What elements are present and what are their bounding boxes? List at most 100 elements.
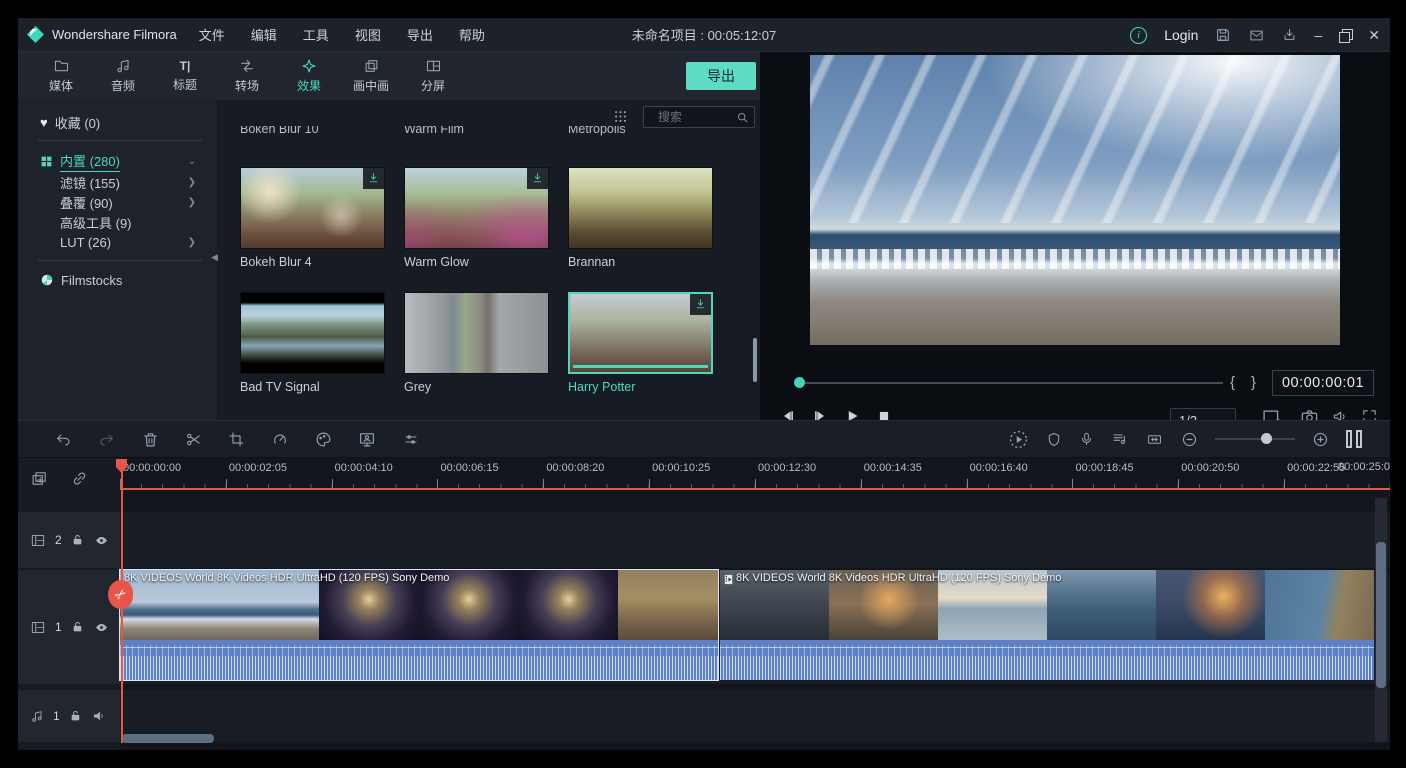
transition-icon <box>239 58 255 74</box>
tab-titles[interactable]: T| 标题 <box>154 52 216 100</box>
video-track-icon <box>30 620 46 635</box>
adjust-sliders-icon[interactable] <box>402 432 420 447</box>
save-icon[interactable] <box>1215 27 1231 43</box>
sidebar-item-filters[interactable]: 滤镜 (155) ❯ <box>18 172 218 192</box>
seek-handle[interactable] <box>794 377 805 388</box>
delete-icon[interactable] <box>142 431 159 448</box>
effect-card-bad-tv-signal[interactable]: Bad TV Signal <box>240 292 385 394</box>
text-title-icon: T| <box>180 59 191 73</box>
speed-icon[interactable] <box>271 431 289 447</box>
effect-card-brannan[interactable]: Brannan <box>568 167 713 269</box>
sidebar-item-lut[interactable]: LUT (26) ❯ <box>18 232 218 252</box>
tab-effects[interactable]: 效果 <box>278 52 340 100</box>
mail-icon[interactable] <box>1248 28 1265 43</box>
zoom-out-icon[interactable] <box>1181 431 1198 448</box>
menu-help[interactable]: 帮助 <box>459 25 485 44</box>
menu-file[interactable]: 文件 <box>199 25 225 44</box>
download-icon[interactable] <box>1282 27 1297 43</box>
export-button[interactable]: 导出 <box>686 62 756 90</box>
app-name: Wondershare Filmora <box>52 27 177 42</box>
undo-icon[interactable] <box>54 431 72 447</box>
tab-pip[interactable]: 画中画 <box>340 52 402 100</box>
redo-icon[interactable] <box>98 431 116 447</box>
timeline-vertical-scrollbar[interactable] <box>1376 542 1386 688</box>
lock-icon[interactable] <box>71 620 84 634</box>
crop-icon[interactable] <box>228 431 245 448</box>
info-icon[interactable]: i <box>1130 27 1147 44</box>
sidebar-item-filmstocks[interactable]: Filmstocks <box>18 270 218 290</box>
lock-icon[interactable] <box>69 709 82 723</box>
timeline-zoom-slider[interactable] <box>1215 438 1295 440</box>
timeline-ruler[interactable]: 00:00:00:00 00:00:02:05 00:00:04:10 00:0… <box>120 458 1390 490</box>
timeline-clip-1[interactable]: 8K VIDEOS World 8K Videos HDR UltraHD (1… <box>120 570 718 680</box>
sidebar-item-builtin[interactable]: 内置 (280) ⌄ <box>18 151 218 171</box>
menu-tools[interactable]: 工具 <box>303 25 329 44</box>
preview-video[interactable] <box>810 55 1340 345</box>
film-clip-icon <box>723 573 734 586</box>
audio-track-1-header: 1 <box>18 690 120 742</box>
effect-card-warm-glow[interactable]: Warm Glow <box>404 167 549 269</box>
color-palette-icon[interactable] <box>315 431 332 448</box>
audio-mixer-icon[interactable] <box>1111 431 1128 447</box>
link-icon[interactable] <box>71 470 88 487</box>
close-button[interactable]: ✕ <box>1368 28 1380 42</box>
effect-card-grey[interactable]: Grey <box>404 292 549 394</box>
menu-edit[interactable]: 编辑 <box>251 25 277 44</box>
picture-in-picture-icon <box>363 58 380 74</box>
effects-scrollbar[interactable] <box>753 338 757 382</box>
title-bar: Wondershare Filmora 文件 编辑 工具 视图 导出 帮助 未命… <box>18 18 1390 52</box>
divider <box>38 140 202 141</box>
preview-panel: { } 00:00:00:01 1/2 ⌄ <box>760 52 1390 420</box>
folder-icon <box>53 58 70 74</box>
effect-card-harry-potter[interactable]: Harry Potter <box>568 292 713 394</box>
restore-button[interactable] <box>1339 29 1351 41</box>
login-button[interactable]: Login <box>1164 27 1198 43</box>
tab-media[interactable]: 媒体 <box>30 52 92 100</box>
eye-icon[interactable] <box>93 621 110 634</box>
fit-timeline-icon[interactable] <box>1145 432 1164 447</box>
effect-card-bokeh-blur-4[interactable]: Bokeh Blur 4 <box>240 167 385 269</box>
download-badge-icon <box>363 168 384 189</box>
split-scissors-icon[interactable] <box>185 431 202 448</box>
menu-bar: 文件 编辑 工具 视图 导出 帮助 <box>199 25 485 44</box>
timecode-field[interactable]: 00:00:00:01 <box>1272 370 1374 396</box>
sidebar-item-overlays[interactable]: 叠覆 (90) ❯ <box>18 192 218 212</box>
grid-squares-icon <box>40 155 53 168</box>
download-badge-icon <box>690 294 711 315</box>
eye-icon[interactable] <box>93 534 110 547</box>
speaker-icon[interactable] <box>91 709 107 723</box>
menu-export[interactable]: 导出 <box>407 25 433 44</box>
tab-transitions[interactable]: 转场 <box>216 52 278 100</box>
add-track-icon[interactable] <box>30 470 49 487</box>
sidebar-item-advanced-tools[interactable]: 高级工具 (9) <box>18 212 218 232</box>
seek-bar[interactable] <box>805 382 1223 384</box>
clip-1-audio-waveform <box>120 640 718 680</box>
sidebar-item-favorites[interactable]: ♥ 收藏 (0) <box>18 112 218 132</box>
minimize-button[interactable]: – <box>1314 28 1322 42</box>
shield-icon[interactable] <box>1046 431 1062 448</box>
collapse-panel-arrow[interactable]: ◀ <box>211 252 218 263</box>
menu-view[interactable]: 视图 <box>355 25 381 44</box>
timeline-clip-2[interactable]: 8K VIDEOS World 8K Videos HDR UltraHD (1… <box>720 570 1374 680</box>
video-track-1-header: 1 <box>18 570 120 684</box>
chroma-key-icon[interactable] <box>358 431 376 448</box>
zoom-in-icon[interactable] <box>1312 431 1329 448</box>
record-voiceover-icon[interactable] <box>1079 430 1094 448</box>
audio-track-1-lane[interactable] <box>120 690 1390 742</box>
tab-audio[interactable]: 音频 <box>92 52 154 100</box>
grid-view-icon[interactable] <box>613 109 628 124</box>
search-box <box>643 106 755 128</box>
search-icon <box>736 111 749 124</box>
search-input[interactable] <box>644 110 736 124</box>
mark-out-icon[interactable]: } <box>1251 374 1256 391</box>
zoom-slider-handle[interactable] <box>1261 433 1272 444</box>
split-playhead-scissors-badge[interactable]: ✂ <box>108 580 133 609</box>
tab-split-screen[interactable]: 分屏 <box>402 52 464 100</box>
lock-icon[interactable] <box>71 533 84 547</box>
video-track-2-lane[interactable] <box>120 512 1390 568</box>
panel-layout-icon[interactable] <box>1346 430 1362 448</box>
render-preview-icon[interactable] <box>1008 429 1029 450</box>
effect-label-scrolled: Warm Film <box>404 126 464 139</box>
mark-in-icon[interactable]: { <box>1230 374 1235 391</box>
timeline-horizontal-scrollbar[interactable] <box>122 734 214 743</box>
